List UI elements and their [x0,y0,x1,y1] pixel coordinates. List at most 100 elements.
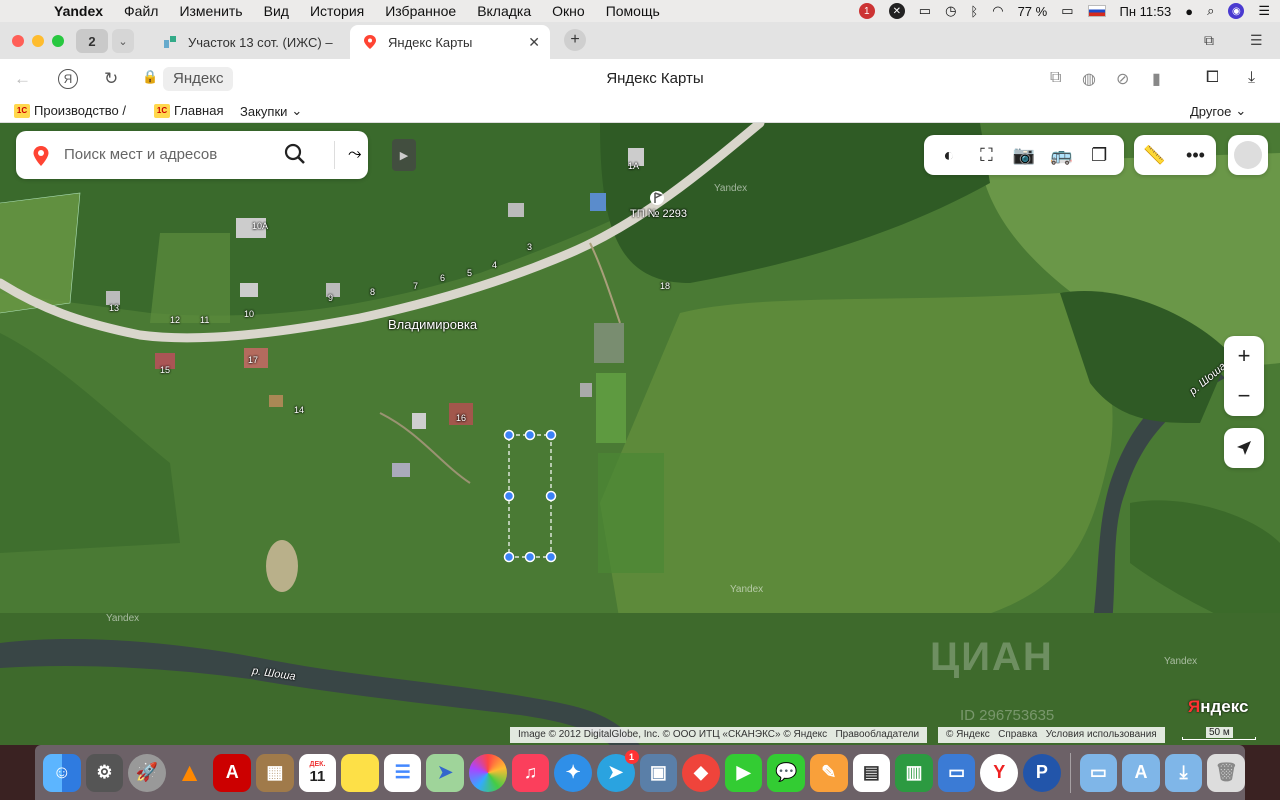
keynote-icon[interactable]: ▭ [937,753,976,792]
more-icon[interactable]: ••• [1184,143,1208,167]
substation-marker[interactable] [650,191,664,205]
calendar-icon[interactable]: ДЕК. 11 [298,753,337,792]
bookmark-icon[interactable]: ▮ [1152,69,1161,89]
menu-window[interactable]: Окно [552,3,585,19]
pages-icon[interactable]: ✎ [809,753,848,792]
safari-icon[interactable]: ✦ [554,753,592,792]
telegram-icon[interactable]: ➤ 1 [596,749,639,792]
mic-off-icon[interactable]: ⊘ [1116,69,1129,89]
polygon-vertex-handle[interactable] [503,490,515,502]
messages-icon[interactable]: 💬 [767,753,805,792]
spotlight-icon[interactable]: ⌕ [1207,3,1214,19]
facetime-icon[interactable]: ▶ [724,753,763,792]
protect-icon[interactable]: ◍ [1082,69,1096,89]
tab-cian-listing[interactable]: Участок 13 сот. (ИЖС) – [150,25,350,59]
panorama-icon[interactable]: ⛶ [974,143,998,167]
user-avatar-button[interactable] [1228,135,1268,175]
menu-edit[interactable]: Изменить [179,3,242,19]
search-box[interactable]: Поиск мест и адресов ⤳ [16,131,368,179]
menu-icon[interactable]: ☰ [1250,32,1263,49]
numbers-icon[interactable]: ▤ [852,753,891,792]
menu-tab[interactable]: Вкладка [477,3,531,19]
search-icon[interactable] [284,143,306,165]
rights-holders-link[interactable]: Правообладатели [835,729,919,740]
photos-icon[interactable] [469,753,507,792]
anydesk-icon[interactable]: ◆ [682,753,720,792]
yandex-browser-icon[interactable]: Y [980,753,1019,792]
numbers-chart-icon[interactable]: ▥ [895,753,933,792]
map-type-icon[interactable]: ◐ [937,143,961,167]
acrobat-icon[interactable]: A [213,753,252,792]
tab-list-chevron-icon[interactable]: ⌄ [112,29,134,53]
downloads-icon[interactable]: ⤓ [1164,753,1203,792]
ruler-icon[interactable]: 📏 [1143,143,1167,167]
vlc-icon[interactable]: ▲ [171,754,209,792]
bookmark-main[interactable]: 1С Главная [154,103,223,118]
finder-icon[interactable]: ☺ [43,753,81,792]
geolocation-button[interactable] [1224,428,1264,468]
zoom-in-button[interactable]: + [1224,336,1264,376]
map-canvas[interactable]: Владимировка ТП № 2293 р. Шоша р. Шоша 1… [0,123,1280,745]
preview-icon[interactable]: ▣ [639,753,678,792]
polygon-vertex-handle[interactable] [545,551,557,563]
notification-icon[interactable]: 1 [858,3,875,19]
notes-icon[interactable]: ▦ [256,753,294,792]
p-app-icon[interactable]: P [1023,753,1061,792]
menu-app-name[interactable]: Yandex [54,3,103,19]
wifi-icon[interactable]: ◠ [992,3,1003,19]
polygon-vertex-handle[interactable] [524,429,536,441]
battery-text[interactable]: 77 % [1018,4,1048,19]
battery-icon[interactable]: ▭ [1061,3,1073,19]
search-input[interactable]: Поиск мест и адресов [64,146,217,163]
help-link[interactable]: Справка [998,729,1037,740]
menu-history[interactable]: История [310,3,364,19]
preferences-icon[interactable]: ⚙ [85,753,124,792]
user-icon[interactable]: ● [1185,4,1193,19]
reminders-icon[interactable]: ☰ [383,753,422,792]
control-center-icon[interactable]: ☰ [1258,3,1270,19]
tab-count-button[interactable]: 2 [76,29,108,53]
translate-icon[interactable]: ⧉ [1050,69,1061,87]
siri-icon[interactable]: ◉ [1228,3,1245,19]
close-window-button[interactable] [12,35,24,47]
close-tab-icon[interactable]: ✕ [528,34,540,51]
yandex-logo[interactable]: Яндекс [1188,697,1248,717]
menu-file[interactable]: Файл [124,3,158,19]
polygon-vertex-handle[interactable] [503,551,515,563]
tab-yandex-maps[interactable]: Яндекс Карты ✕ [350,25,550,59]
polygon-vertex-handle[interactable] [524,551,536,563]
village-label[interactable]: Владимировка [388,317,477,332]
collections-icon[interactable]: ⧠ [1206,69,1219,87]
bookmark-production[interactable]: 1С Производство / [14,103,126,118]
polygon-vertex-handle[interactable] [503,429,515,441]
download-icon[interactable]: ⤓ [1248,69,1255,87]
stickies-icon[interactable] [341,753,379,792]
folder-icon[interactable]: ▭ [1079,753,1118,792]
terms-link[interactable]: Условия использования [1046,729,1157,740]
layers-icon[interactable]: ❐ [1087,143,1111,167]
bookmark-other[interactable]: Другое ⌄ [1190,103,1246,119]
launchpad-icon[interactable]: 🚀 [128,753,166,792]
trash-icon[interactable]: 🗑 [1207,753,1246,792]
clock[interactable]: Пн 11:53 [1120,4,1172,19]
transport-icon[interactable]: 🚌 [1050,143,1074,167]
maps-icon[interactable]: ➤ [426,753,465,792]
substation-label[interactable]: ТП № 2293 [630,208,687,220]
photos-icon[interactable]: 📷 [1012,143,1036,167]
apps-folder-icon[interactable]: A [1122,753,1160,792]
polygon-vertex-handle[interactable] [545,490,557,502]
zoom-window-button[interactable] [52,35,64,47]
zoom-out-button[interactable]: − [1224,376,1264,416]
sidebar-icon[interactable]: ⧉ [1204,32,1214,49]
collapse-panel-button[interactable]: ▶ [392,139,416,171]
menu-favorites[interactable]: Избранное [385,3,456,19]
bookmark-purchases[interactable]: Закупки ⌄ [240,103,302,119]
time-machine-icon[interactable]: ◷ [945,3,956,19]
clipboard-icon[interactable]: ✕ [888,3,905,19]
polygon-vertex-handle[interactable] [545,429,557,441]
music-icon[interactable]: ♫ [511,753,550,792]
menu-view[interactable]: Вид [264,3,289,19]
bluetooth-icon[interactable]: ᛒ [970,4,978,19]
minimize-window-button[interactable] [32,35,44,47]
input-language-flag-icon[interactable] [1087,5,1106,17]
